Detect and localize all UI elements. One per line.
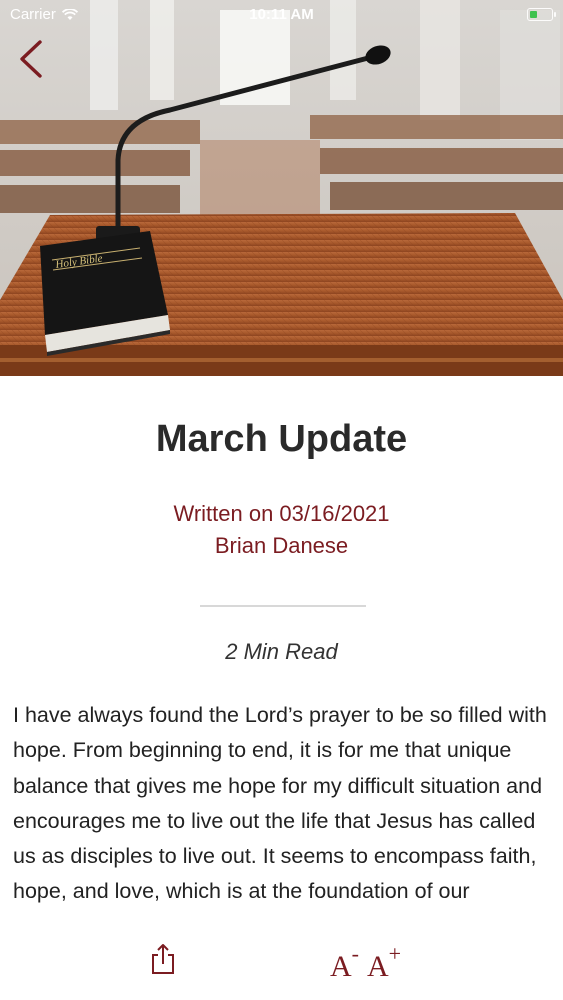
article-meta: Written on 03/16/2021 Brian Danese [0,498,563,562]
article-screen: Holy Bible Carrier 10:11 AM March Update… [0,0,563,1000]
hero-image: Holy Bible [0,0,563,376]
back-chevron-icon [20,40,42,78]
increase-font-letter: A [367,950,389,983]
article-title: March Update [155,418,408,460]
share-icon [152,944,174,974]
bottom-toolbar: A- A+ [0,938,563,1000]
written-date: Written on 03/16/2021 [173,501,390,526]
status-time: 10:11 AM [249,6,314,23]
back-button[interactable] [12,36,52,82]
author-name: Brian Danese [214,533,349,558]
battery-icon [527,8,556,21]
read-time: 2 Min Read [225,639,338,664]
decrease-font-symbol: - [351,941,359,966]
decrease-font-button[interactable]: A- [330,938,359,987]
divider [200,605,366,607]
increase-font-symbol: + [388,941,402,966]
increase-font-button[interactable]: A+ [367,938,401,987]
decrease-font-letter: A [330,950,352,983]
status-bar: Carrier 10:11 AM [0,0,563,30]
battery-level [530,11,537,18]
font-size-controls: A- A+ [330,938,401,987]
share-button[interactable] [148,942,178,976]
article-body: I have always found the Lord’s prayer to… [13,703,547,904]
